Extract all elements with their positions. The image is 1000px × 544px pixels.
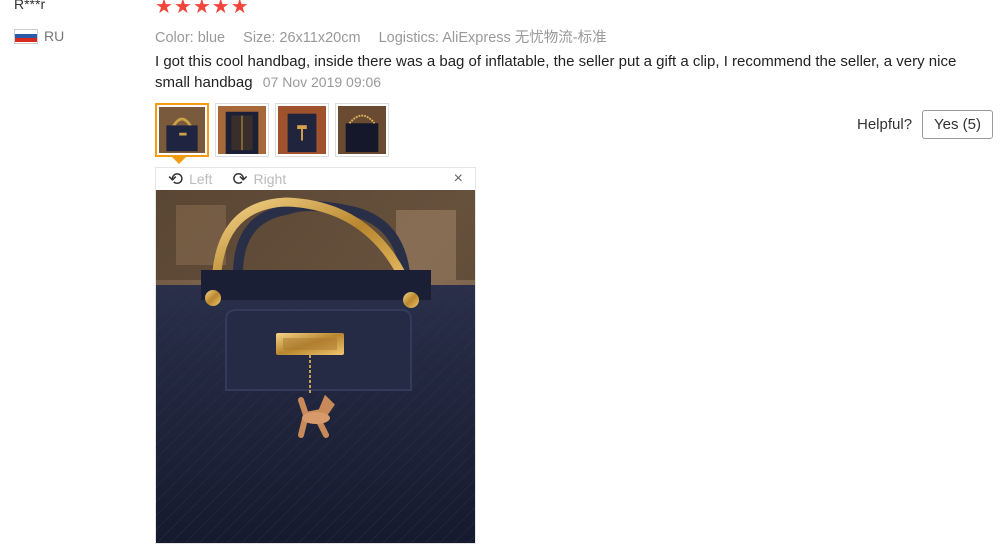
russia-flag-icon: [14, 28, 38, 44]
rotate-left-icon: ⟲: [168, 169, 184, 189]
handbag-inside-thumb-image: [218, 106, 266, 154]
viewer-toolbar: ⟲ Left ⟳ Right ×: [156, 168, 475, 190]
logistics-attribute: Logistics: AliExpress 无忧物流-标准: [378, 30, 607, 46]
handbag-chain-thumb-image: [338, 106, 386, 154]
review-photo: [156, 190, 475, 543]
helpful-section: Helpful? Yes (5): [857, 110, 994, 139]
review-body: I got this cool handbag, inside there wa…: [155, 52, 975, 93]
review-meta: Color: blue Size: 26x11x20cm Logistics: …: [155, 26, 621, 47]
thumbnail-1[interactable]: [155, 103, 209, 157]
rotate-right-label: Right: [253, 171, 287, 187]
handbag-photo-image: [156, 190, 475, 543]
handbag-front-thumb-image: [159, 107, 205, 153]
rotate-right-button[interactable]: ⟳ Right: [232, 170, 286, 188]
rotate-right-icon: ⟳: [232, 169, 248, 189]
thumbnail-2[interactable]: [215, 103, 269, 157]
size-attribute: Size: 26x11x20cm: [243, 30, 361, 46]
reviewer-country: RU: [14, 28, 64, 44]
active-thumb-pointer: [172, 157, 186, 164]
star-rating: ★★★★★: [155, 0, 250, 18]
country-code: RU: [44, 28, 65, 44]
photo-viewer: ⟲ Left ⟳ Right ×: [155, 167, 476, 544]
color-attribute: Color: blue: [155, 30, 226, 46]
thumbnail-4[interactable]: [335, 103, 389, 157]
close-icon[interactable]: ×: [454, 170, 463, 188]
review-date: 07 Nov 2019 09:06: [262, 74, 382, 90]
helpful-yes-button[interactable]: Yes (5): [922, 110, 994, 139]
thumbnail-3[interactable]: [275, 103, 329, 157]
photo-thumbnails: [155, 103, 389, 157]
rotate-left-button[interactable]: ⟲ Left: [168, 170, 212, 188]
reviewer-name: R***r: [14, 0, 46, 12]
handbag-clasp-thumb-image: [278, 106, 326, 154]
helpful-label: Helpful?: [857, 116, 913, 133]
rotate-left-label: Left: [189, 171, 213, 187]
